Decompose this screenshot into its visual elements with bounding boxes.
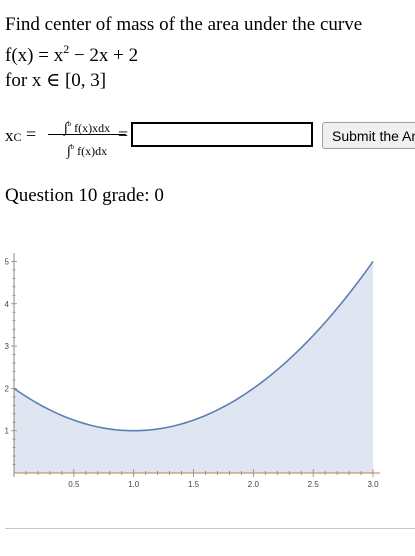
xc-letter: x (5, 126, 14, 145)
problem-line-3: for x ∈ [0, 3] (5, 70, 107, 91)
x-tick-label: 0.5 (68, 480, 80, 489)
bottom-divider (5, 528, 415, 529)
denominator-text: f(x)dx (77, 144, 108, 158)
fraction-numerator: ∫b f(x)xdx (48, 116, 126, 136)
function-suffix: − 2x + 2 (69, 45, 139, 66)
y-tick-label: 2 (5, 384, 10, 393)
equals-sign-2: = (118, 124, 129, 144)
question-grade: Question 10 grade: 0 (5, 185, 164, 206)
answer-input[interactable] (131, 122, 313, 147)
area-under-curve (14, 261, 374, 473)
problem-statement: Find center of mass of the area under th… (5, 12, 362, 93)
numerator-text: f(x)xdx (74, 121, 111, 135)
y-tick-label: 4 (5, 300, 10, 309)
xc-subscript: C (13, 130, 22, 144)
function-plot: 0.5 1.0 1.5 2.0 2.5 3.0 1 2 3 4 5 (5, 253, 380, 489)
center-of-mass-symbol: xC (5, 126, 22, 146)
x-tick-label: 2.5 (308, 480, 320, 489)
y-tick-label: 5 (5, 257, 10, 266)
x-tick-label: 3.0 (367, 480, 379, 489)
y-tick-label: 3 (5, 342, 10, 351)
upper-limit: b (67, 120, 72, 128)
x-tick-label: 1.5 (188, 480, 200, 489)
upper-limit: b (70, 143, 75, 151)
answer-row: xC = ∫b f(x)xdx ∫b f(x)dx = Submit the A… (0, 110, 415, 170)
x-tick-label: 1.0 (128, 480, 140, 489)
problem-line-2: f(x) = x2 − 2x + 2 (5, 37, 362, 68)
function-prefix: f(x) = x (5, 45, 64, 66)
y-tick-label: 1 (5, 427, 10, 436)
fraction-denominator: ∫b f(x)dx (48, 136, 126, 159)
problem-line-1: Find center of mass of the area under th… (5, 14, 363, 35)
submit-answer-button[interactable]: Submit the Answer (322, 122, 415, 149)
x-tick-label: 2.0 (248, 480, 260, 489)
equals-sign: = (26, 124, 37, 144)
integral-fraction: ∫b f(x)xdx ∫b f(x)dx (48, 116, 126, 159)
